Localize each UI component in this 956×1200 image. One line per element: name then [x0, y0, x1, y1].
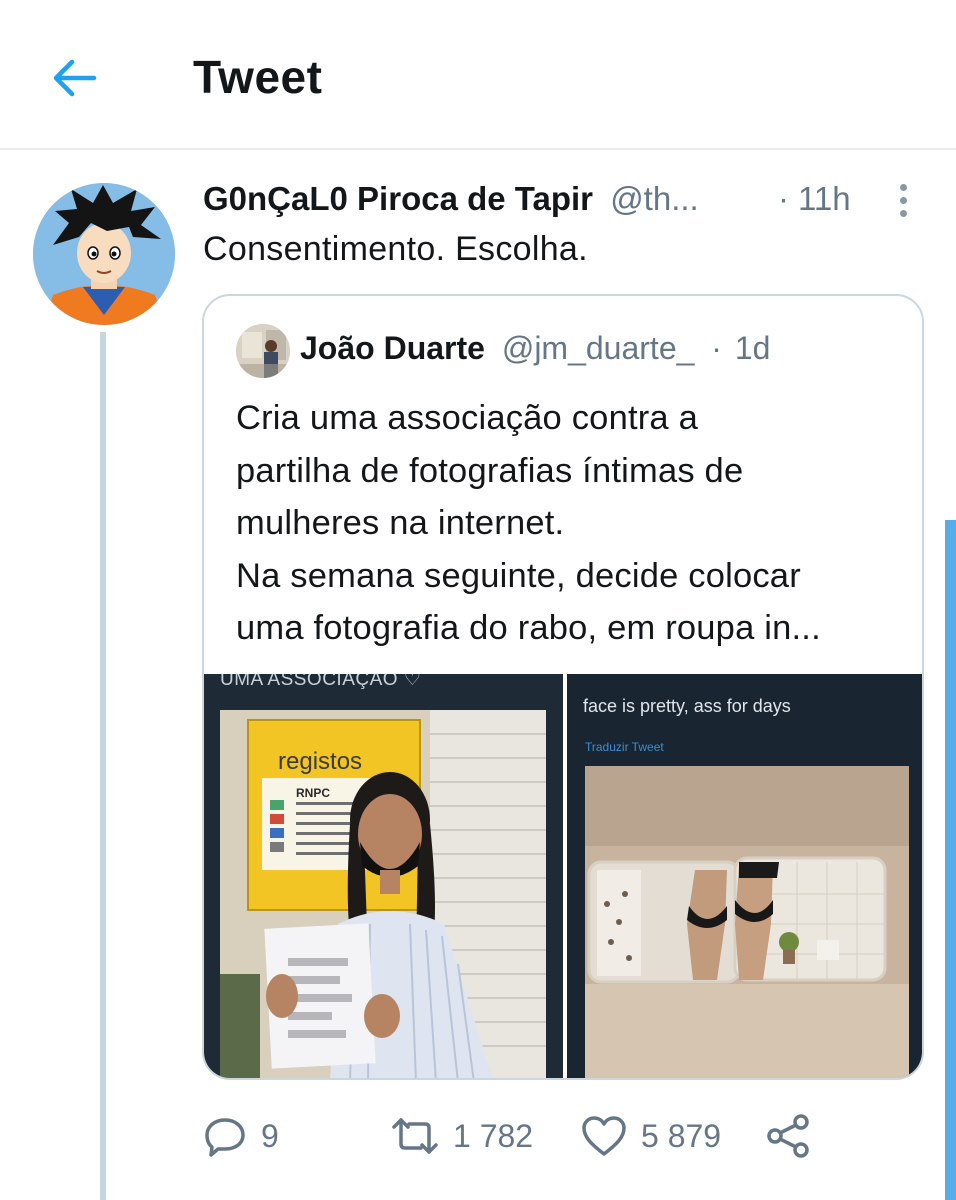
reply-icon — [205, 1118, 245, 1157]
sign-subtitle: RNPC — [296, 786, 331, 800]
more-options-button[interactable] — [887, 178, 919, 222]
thread-connector-line — [100, 332, 106, 1200]
quoted-text-line: Na semana seguinte, decide colocar — [236, 556, 801, 595]
more-dot-icon — [899, 209, 907, 217]
author-avatar[interactable] — [33, 183, 175, 325]
tweet-action-bar: 9 1 782 5 879 — [203, 1108, 923, 1164]
retweet-count: 1 782 — [453, 1117, 534, 1154]
retweet-button[interactable]: 1 782 — [391, 1108, 533, 1164]
tweet-timestamp[interactable]: 11h — [798, 180, 851, 218]
reply-count: 9 — [261, 1117, 279, 1154]
arrow-left-icon — [53, 59, 97, 97]
like-button[interactable]: 5 879 — [581, 1108, 721, 1164]
quoted-text-line: uma fotografia do rabo, em roupa in... — [236, 609, 821, 647]
quoted-tweet-header: João Duarte @jm_duarte_ · 1d — [300, 330, 770, 367]
retweet-icon — [392, 1118, 438, 1154]
heart-icon — [582, 1116, 626, 1156]
author-name[interactable]: G0nÇaL0 Piroca de Tapir — [203, 180, 593, 217]
quoted-text-line: mulheres na internet. — [236, 504, 565, 542]
author-handle[interactable]: @th... — [610, 180, 699, 217]
share-button[interactable] — [765, 1108, 813, 1164]
scrollbar[interactable] — [945, 520, 956, 1200]
quoted-tweet-card[interactable]: João Duarte @jm_duarte_ · 1d Cria uma as… — [202, 294, 924, 1080]
media-image-left[interactable]: UMA ASSOCIAÇÃO ♡ registos RNPC — [204, 674, 563, 1078]
more-dot-icon — [899, 183, 907, 191]
tweet-text: Consentimento. Escolha. — [203, 230, 588, 268]
quoted-author-handle: @jm_duarte_ — [501, 330, 695, 366]
quoted-author-avatar — [236, 324, 290, 378]
page-title: Tweet — [193, 51, 323, 103]
quoted-text-line: Cria uma associação contra a — [236, 399, 698, 437]
quoted-author-name: João Duarte — [300, 330, 485, 366]
quoted-text-line: partilha de fotografias íntimas de — [236, 451, 744, 490]
quoted-media-grid: UMA ASSOCIAÇÃO ♡ registos RNPC face is p… — [204, 674, 922, 1078]
media-image-right[interactable]: face is pretty, ass for days Traduzir Tw… — [567, 674, 922, 1078]
separator-dot: · — [778, 180, 789, 217]
like-count: 5 879 — [641, 1117, 722, 1154]
share-icon — [767, 1114, 809, 1158]
quoted-timestamp: 1d — [734, 330, 771, 366]
app-header: Tweet — [0, 0, 956, 150]
separator-dot: · — [711, 330, 722, 366]
reply-button[interactable]: 9 — [203, 1108, 279, 1164]
quoted-tweet-text: Cria uma associação contra a partilha de… — [236, 392, 916, 655]
more-dot-icon — [899, 196, 907, 204]
tweet-header: G0nÇaL0 Piroca de Tapir @th... · 11h — [203, 180, 903, 224]
back-button[interactable] — [44, 48, 104, 108]
sign-title: registos — [278, 748, 363, 775]
